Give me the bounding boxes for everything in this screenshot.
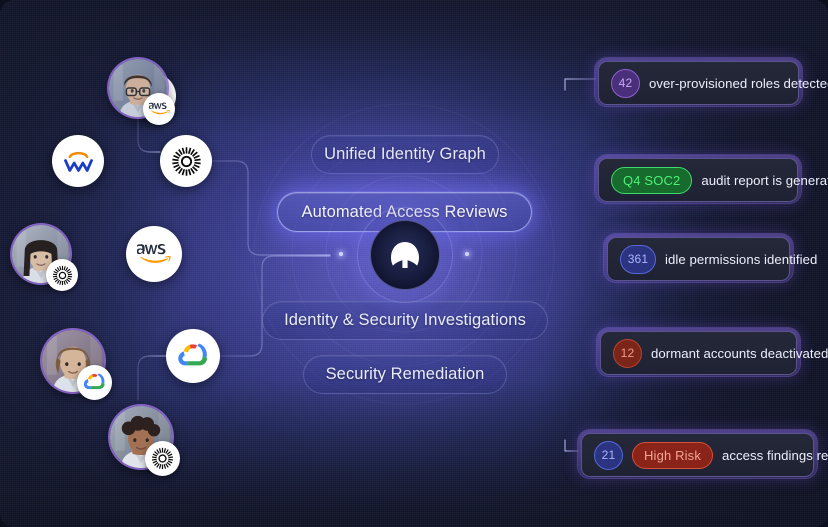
avatar-person-2-wrapper xyxy=(12,225,92,305)
hub-dot-left xyxy=(339,252,343,256)
card-soc2-audit-report-text: audit report is generated xyxy=(701,172,828,188)
node-workday[interactable] xyxy=(52,135,104,187)
avatar-person-1-wrapper xyxy=(109,59,189,139)
aws-logo xyxy=(137,244,171,264)
avatar-person-3-wrapper xyxy=(42,330,126,414)
card-high-risk-findings-count-badge: 21 xyxy=(594,440,623,470)
card-idle-permissions-text: idle permissions identified xyxy=(665,251,818,267)
node-okta-top[interactable] xyxy=(160,135,212,187)
card-high-risk-findings[interactable]: 21 High Risk access findings remediated xyxy=(578,430,828,478)
okta-logo xyxy=(171,146,201,176)
card-idle-permissions-count-badge: 361 xyxy=(620,244,656,274)
card-over-provisioned-roles[interactable]: 42 over-provisioned roles detected xyxy=(595,58,828,106)
card-inner: Q4 SOC2 audit report is generated xyxy=(598,158,828,202)
node-aws-mid[interactable] xyxy=(126,226,182,282)
pill-identity-security-investigations[interactable]: Identity & Security Investigations xyxy=(262,301,548,340)
card-inner: 12 dormant accounts deactivated xyxy=(600,331,828,375)
pill-label: Unified Identity Graph xyxy=(324,145,486,163)
hub-dot-right xyxy=(465,252,469,256)
card-high-risk-findings-label-badge: High Risk xyxy=(632,441,713,469)
card-over-provisioned-roles-count-badge: 42 xyxy=(611,68,640,98)
card-inner: 361 idle permissions identified xyxy=(607,237,817,281)
okta-logo xyxy=(151,447,174,470)
card-dormant-accounts[interactable]: 12 dormant accounts deactivated xyxy=(597,328,828,376)
avatar-person-3-source-badge[interactable] xyxy=(77,365,112,400)
identity-graph-diagram: Unified Identity Graph Automated Access R… xyxy=(0,0,828,527)
pill-label: Security Remediation xyxy=(325,365,485,383)
google-cloud-logo xyxy=(178,343,208,366)
identity-hub[interactable] xyxy=(370,220,440,290)
workday-logo xyxy=(63,151,93,172)
pill-unified-identity-graph[interactable]: Unified Identity Graph xyxy=(311,135,499,174)
avatar-person-2-source-badge[interactable] xyxy=(46,259,78,291)
card-soc2-audit-report-label-badge: Q4 SOC2 xyxy=(611,166,693,194)
card-dormant-accounts-count-badge: 12 xyxy=(613,338,642,368)
card-over-provisioned-roles-text: over-provisioned roles detected xyxy=(649,75,828,91)
card-idle-permissions[interactable]: 361 idle permissions identified xyxy=(604,234,817,282)
card-dormant-accounts-text: dormant accounts deactivated xyxy=(651,345,828,361)
avatar-person-4-source-badge[interactable] xyxy=(145,441,180,476)
aws-logo xyxy=(148,103,170,115)
card-inner: 21 High Risk access findings remediated xyxy=(581,433,828,477)
okta-logo xyxy=(52,265,72,285)
card-soc2-audit-report[interactable]: Q4 SOC2 audit report is generated xyxy=(595,155,828,203)
avatar-person-4-wrapper xyxy=(110,406,194,490)
node-google-cloud[interactable] xyxy=(166,329,220,383)
card-high-risk-findings-text: access findings remediated xyxy=(721,447,828,463)
arch-logo xyxy=(391,242,419,268)
card-inner: 42 over-provisioned roles detected xyxy=(598,61,828,105)
pill-security-remediation[interactable]: Security Remediation xyxy=(303,355,507,394)
google-cloud-logo xyxy=(83,373,105,390)
pill-label: Identity & Security Investigations xyxy=(284,311,526,329)
avatar-person-1-source-badge[interactable] xyxy=(143,93,175,125)
